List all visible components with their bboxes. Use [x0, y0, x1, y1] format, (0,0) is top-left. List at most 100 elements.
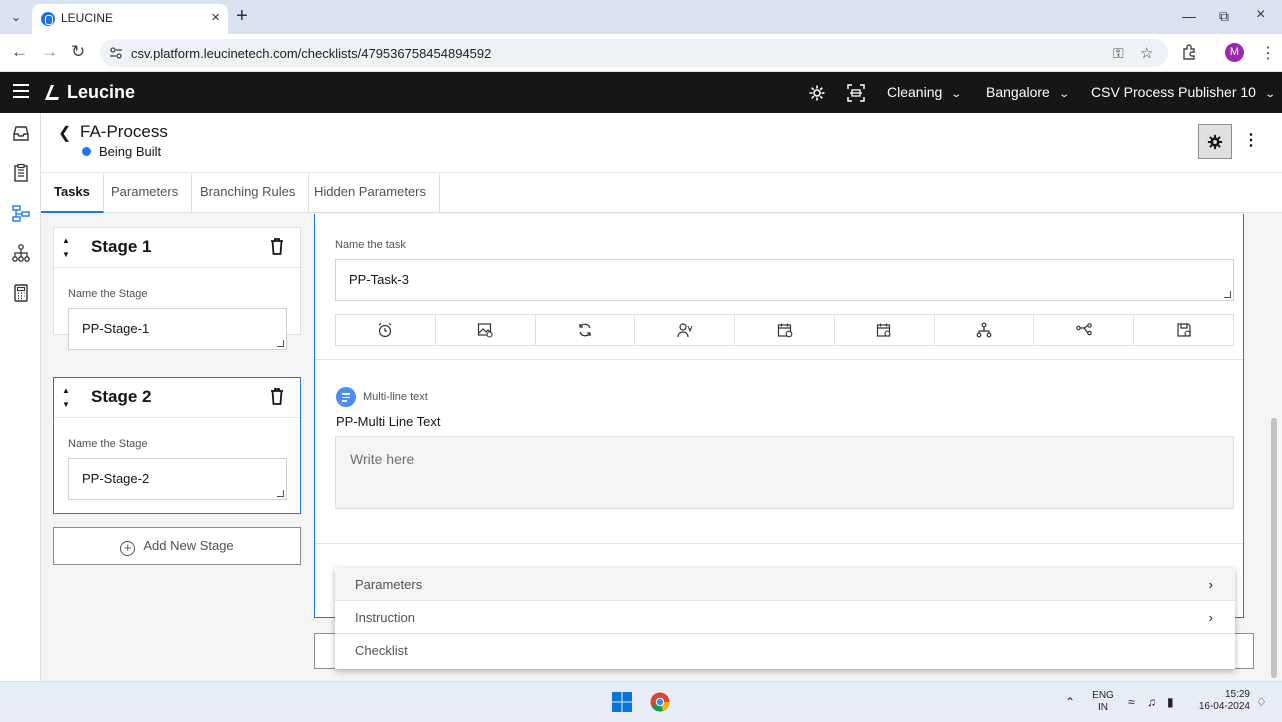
hierarchy-button[interactable] [935, 315, 1035, 345]
branching-button[interactable] [1034, 315, 1135, 345]
calendar-button[interactable] [835, 315, 935, 345]
minimize-window-button[interactable]: — [1182, 8, 1196, 24]
menu-item-instruction[interactable]: Instruction › [335, 601, 1235, 634]
add-element-menu: Parameters › Instruction › Checklist [335, 568, 1235, 669]
gear-icon[interactable] [808, 84, 826, 102]
resize-grip-icon[interactable] [277, 490, 284, 497]
extensions-icon[interactable] [1181, 44, 1197, 60]
browser-tab[interactable]: LEUCINE × [32, 4, 228, 34]
processes-nav[interactable] [0, 193, 41, 233]
calendar-icon [877, 323, 891, 337]
password-key-icon[interactable]: ⚿ [1113, 45, 1124, 62]
back-arrow-icon[interactable]: ← [11, 42, 28, 62]
hierarchy-icon [11, 244, 30, 262]
language-indicator[interactable]: ENG IN [1092, 690, 1114, 714]
url-text: csv.platform.leucinetech.com/checklists/… [131, 46, 492, 61]
windows-start-icon[interactable] [612, 692, 632, 712]
task-card: Name the task PP-Task-3 Multi-line text … [314, 214, 1244, 618]
use-case-selector[interactable]: Cleaning ⌄ [887, 84, 962, 100]
task-name-input[interactable]: PP-Task-3 [335, 259, 1234, 301]
reload-icon[interactable]: ↻ [71, 42, 85, 62]
close-window-button[interactable]: × [1256, 6, 1265, 24]
jobs-nav[interactable] [0, 153, 41, 193]
divider [315, 543, 1243, 544]
reorder-arrows-icon[interactable]: ▲ ▼ [62, 384, 70, 412]
media-icon [478, 323, 493, 338]
wifi-icon[interactable]: ≈ [1128, 695, 1135, 709]
process-icon [11, 205, 30, 222]
site-info-icon[interactable] [109, 46, 123, 60]
trash-icon[interactable] [270, 238, 284, 255]
menu-item-parameters[interactable]: Parameters › [335, 568, 1235, 601]
hierarchy-icon [976, 322, 992, 338]
chrome-menu-icon[interactable]: ⋮ [1260, 43, 1276, 63]
chevron-right-icon: › [1208, 577, 1213, 592]
notification-bell-icon[interactable]: ♢ [1256, 695, 1267, 709]
scrollbar-thumb[interactable] [1271, 418, 1277, 678]
leucine-favicon-icon [41, 12, 55, 26]
page-title: FA-Process [80, 122, 168, 141]
volume-icon[interactable]: ♫ [1147, 695, 1156, 709]
browser-tabstrip: ⌄ LEUCINE × + — ⧉ × [0, 0, 1282, 34]
tab-tasks[interactable]: Tasks [41, 173, 104, 213]
plus-circle-icon: + [120, 541, 136, 556]
schedule-button[interactable] [735, 315, 835, 345]
tab-parameters[interactable]: Parameters [98, 173, 193, 213]
resize-grip-icon[interactable] [277, 340, 284, 347]
battery-icon[interactable]: ▮ [1167, 695, 1174, 709]
restore-window-button[interactable]: ⧉ [1219, 8, 1229, 25]
inbox-nav[interactable] [0, 113, 41, 153]
assignee-button[interactable] [635, 315, 736, 345]
ontology-nav[interactable] [0, 233, 41, 273]
branching-icon [1076, 323, 1092, 336]
recurrence-button[interactable] [536, 315, 636, 345]
forward-arrow-icon[interactable]: → [41, 42, 58, 62]
add-new-stage-button[interactable]: + Add New Stage [53, 527, 301, 565]
stage-name-input[interactable]: PP-Stage-2 [68, 458, 287, 500]
tabs-bar: Tasks Parameters Branching Rules Hidden … [41, 173, 1282, 213]
scan-icon[interactable] [847, 84, 865, 102]
page-header: ❮ FA-Process Being Built ⋮ [41, 113, 1282, 173]
menu-item-checklist[interactable]: Checklist [335, 634, 1235, 667]
close-tab-icon[interactable]: × [211, 9, 220, 26]
stage-title: Stage 2 [91, 387, 152, 406]
stage-card[interactable]: ▲ ▼ Stage 1 Name the Stage PP-Stage-1 [53, 227, 301, 350]
chrome-app-icon[interactable] [650, 692, 670, 712]
left-nav-rail [0, 113, 41, 681]
trash-icon[interactable] [270, 388, 284, 405]
timer-button[interactable] [336, 315, 436, 345]
facility-selector[interactable]: Bangalore ⌄ [986, 84, 1070, 100]
leucine-logo-icon [45, 85, 59, 100]
gear-icon [1207, 134, 1223, 149]
divider [315, 359, 1243, 360]
tray-expand-icon[interactable]: ⌃ [1065, 695, 1075, 709]
user-menu[interactable]: CSV Process Publisher 10 ⌄ [1091, 84, 1277, 100]
stage-name-input[interactable]: PP-Stage-1 [68, 308, 287, 350]
chevron-down-icon: ⌄ [1264, 89, 1277, 100]
stage-name-label: Name the Stage [68, 438, 148, 450]
tab-search-button[interactable]: ⌄ [6, 7, 26, 27]
alarm-icon [379, 323, 392, 338]
tab-branching-rules[interactable]: Branching Rules [187, 173, 310, 213]
new-tab-button[interactable]: + [236, 5, 248, 27]
media-button[interactable] [436, 315, 536, 345]
stage-title: Stage 1 [91, 237, 152, 256]
save-template-button[interactable] [1134, 315, 1233, 345]
more-options-icon[interactable]: ⋮ [1241, 129, 1261, 153]
vertical-scrollbar[interactable] [1270, 228, 1278, 680]
resize-grip-icon[interactable] [1224, 291, 1231, 298]
stage-card-selected[interactable]: ▲ ▼ Stage 2 Name the Stage PP-Stage-2 [53, 377, 301, 514]
chevron-down-icon: ⌄ [1058, 89, 1070, 100]
process-settings-button[interactable] [1198, 124, 1232, 159]
back-chevron-icon[interactable]: ❮ [58, 123, 71, 143]
profile-avatar[interactable]: M [1225, 43, 1244, 62]
clock[interactable]: 15:29 16-04-2024 [1190, 689, 1250, 713]
multi-line-text-input[interactable]: Write here [335, 436, 1234, 509]
reorder-arrows-icon[interactable]: ▲ ▼ [62, 234, 70, 262]
tab-hidden-parameters[interactable]: Hidden Parameters [301, 173, 440, 213]
hamburger-menu-icon[interactable] [13, 84, 29, 98]
browser-tab-title: LEUCINE [61, 11, 114, 25]
address-bar[interactable]: csv.platform.leucinetech.com/checklists/… [100, 39, 1168, 67]
reports-nav[interactable] [0, 273, 41, 313]
bookmark-star-icon[interactable]: ☆ [1140, 44, 1153, 62]
